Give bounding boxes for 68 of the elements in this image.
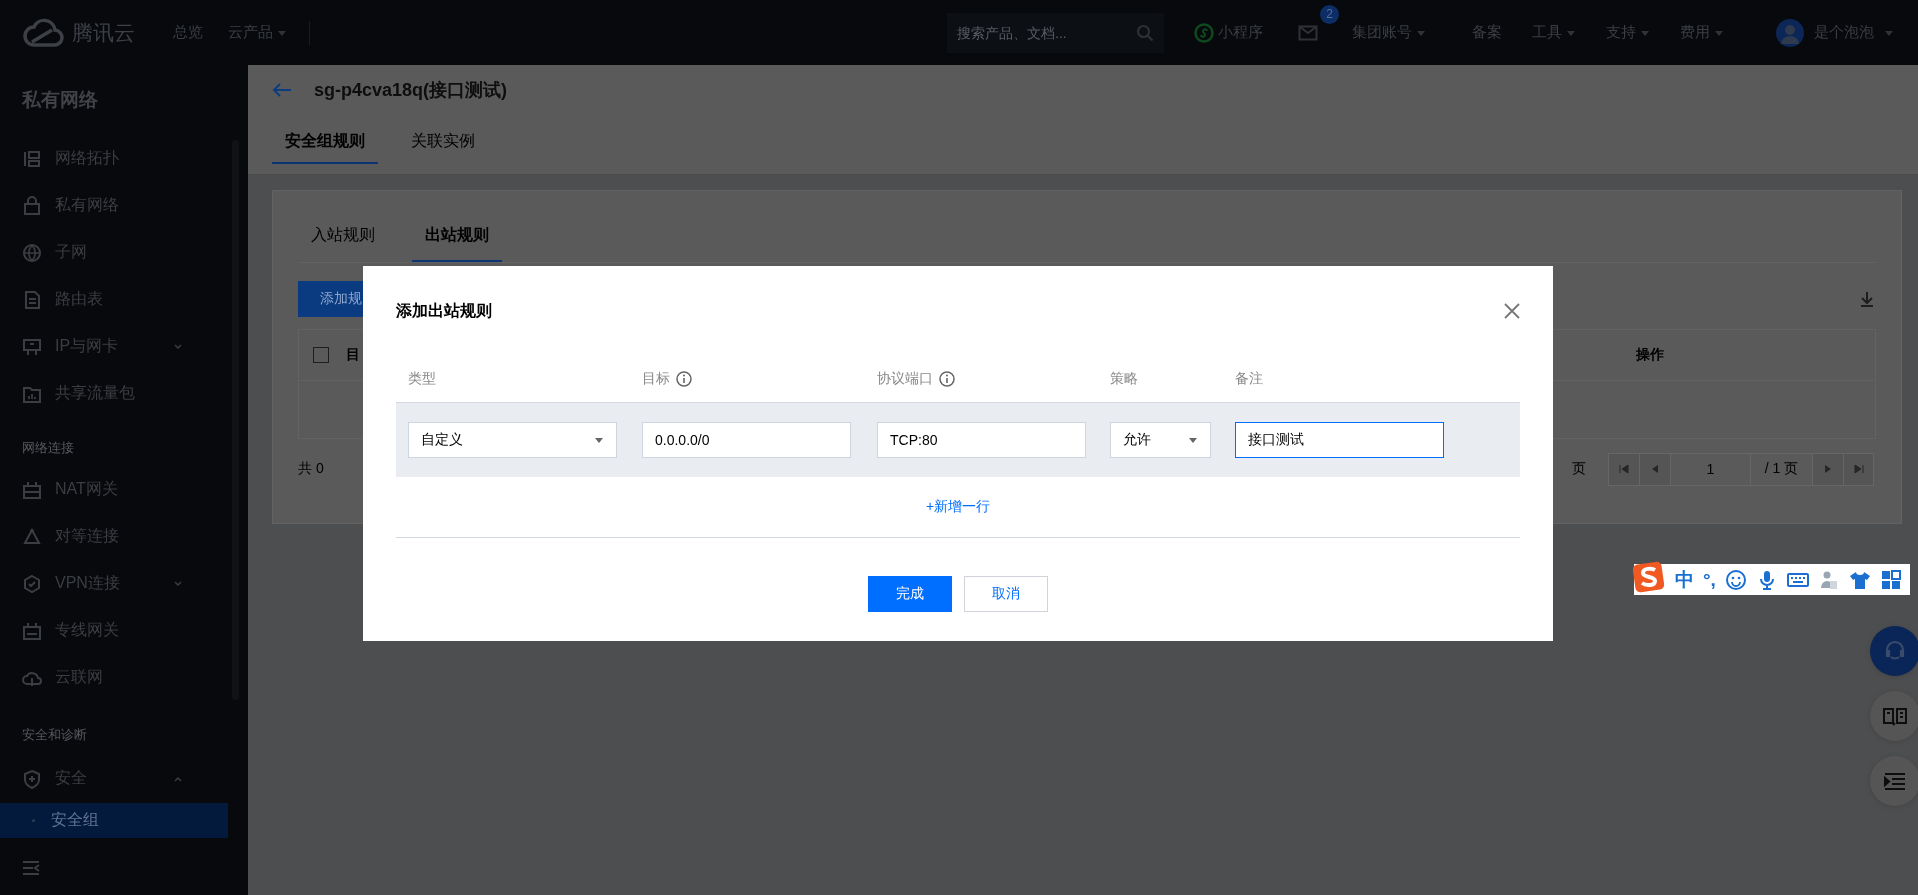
search-icon (1136, 23, 1154, 42)
chevron-up-icon (173, 774, 183, 783)
back-arrow-icon[interactable] (272, 82, 292, 98)
checkbox[interactable] (313, 347, 329, 363)
topology-icon (22, 148, 42, 169)
network-card-icon (22, 336, 42, 357)
dropdown-select[interactable]: 自定义 (408, 422, 617, 458)
shield-icon (22, 768, 42, 789)
page-title: sg-p4cva18q(接口测试) (314, 79, 508, 102)
document-icon (22, 289, 42, 310)
tab[interactable]: 出站规则 (412, 211, 502, 262)
gateway-icon (22, 479, 42, 500)
column-header: 策略 (1110, 370, 1138, 388)
page-input[interactable]: 1 (1670, 452, 1750, 486)
search-field[interactable]: 搜索产品、文档... (947, 12, 1164, 53)
confirm-button[interactable]: 完成 (868, 576, 952, 612)
sidebar-section-heading: 网络连接 (21, 439, 75, 457)
page-size-label: 页 (1572, 460, 1586, 478)
smiley-icon[interactable] (1724, 568, 1747, 591)
close-icon[interactable] (1504, 303, 1520, 319)
punctuation-toggle[interactable]: °, (1703, 568, 1716, 591)
caret-icon (1188, 435, 1198, 445)
cancel-button[interactable]: 取消 (964, 576, 1048, 612)
chevron-down-icon (173, 342, 183, 351)
tab[interactable]: 入站规则 (298, 211, 388, 262)
column-header: 操作 (1636, 346, 1664, 364)
notification-badge: 2 (1320, 4, 1339, 24)
menu-link[interactable]: 支持 (1606, 23, 1650, 42)
lock-icon (22, 195, 42, 216)
add-rule-button[interactable]: 添加规 (298, 281, 366, 317)
total-count: 共 0 (298, 460, 324, 478)
caret-icon (594, 435, 604, 445)
column-header: 目 (346, 346, 360, 364)
avatar-icon (1776, 18, 1804, 47)
sidebar-title: 私有网络 (20, 88, 99, 112)
input-mode-toggle[interactable]: 中 (1675, 566, 1694, 593)
hexagon-icon (22, 573, 42, 594)
dropdown-select[interactable]: 允许 (1110, 422, 1211, 458)
tab[interactable]: 安全组规则 (272, 120, 378, 164)
previous-page-icon[interactable] (1651, 464, 1659, 474)
menu-link[interactable]: 费用 (1680, 23, 1724, 42)
column-header: 协议端口 (877, 370, 933, 388)
last-page-icon[interactable] (1853, 464, 1864, 474)
brand-name[interactable]: 腾讯云 (72, 18, 135, 47)
mail-icon (1298, 24, 1318, 41)
cloud-logo-icon (22, 17, 66, 48)
chevron-down-icon (173, 579, 183, 588)
globe-icon (22, 242, 42, 263)
first-page-icon[interactable] (1619, 464, 1629, 474)
triangle-nodes-icon (22, 526, 42, 547)
collapse-menu-icon[interactable] (22, 860, 40, 876)
sidebar-subitem[interactable]: 安全组 (0, 803, 228, 838)
text-input[interactable]: TCP:80 (877, 422, 1086, 458)
text-input[interactable]: 接口测试 (1235, 422, 1444, 458)
add-row-link[interactable]: +新增一行 (925, 498, 991, 516)
mini-program-icon (1194, 22, 1214, 43)
tab[interactable]: 关联实例 (398, 120, 488, 164)
grid-icon[interactable] (1879, 568, 1902, 591)
download-icon[interactable] (1860, 291, 1874, 307)
sidebar-section-heading: 安全和诊断 (21, 726, 88, 744)
gateway-icon (22, 620, 42, 641)
text-input[interactable]: 0.0.0.0/0 (642, 422, 851, 458)
column-header: 类型 (408, 370, 436, 388)
column-header: 备注 (1235, 370, 1263, 388)
dialog-title: 添加出站规则 (396, 300, 492, 321)
column-header: 目标 (642, 370, 670, 388)
next-page-icon[interactable] (1824, 464, 1832, 474)
menu-link[interactable]: 备案 (1472, 23, 1502, 42)
